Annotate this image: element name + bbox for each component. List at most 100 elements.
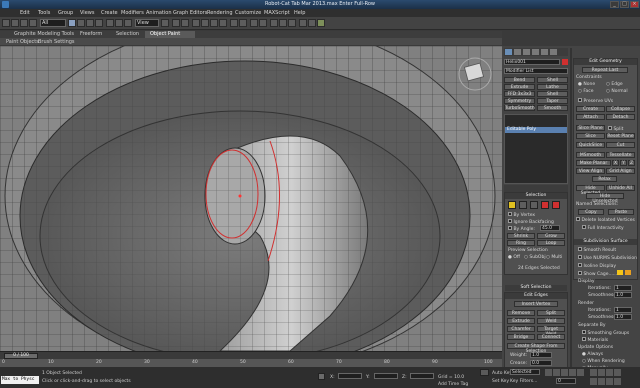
redo-icon[interactable] [11,19,19,27]
set-key-icon[interactable] [480,369,489,376]
weld-button[interactable]: Weld [537,318,565,324]
maximize-viewport-icon[interactable] [614,378,621,385]
split-button[interactable]: Split [537,310,565,316]
zoom-extents-icon[interactable] [606,369,613,376]
delete-isolated-checkbox[interactable]: Delete Isolated Vertices [576,217,635,223]
maximize-button[interactable]: □ [620,1,629,8]
render-frame-icon[interactable] [308,19,316,27]
connect-button[interactable]: Connect [537,334,565,340]
x-coord-field[interactable] [338,373,362,379]
modifier-bend-button[interactable]: Bend [504,77,535,83]
stack-item-editable-poly[interactable]: Editable Poly [505,127,567,133]
modifier-ffd-button[interactable]: FFD 3x3x3 [504,91,535,97]
scale-icon[interactable] [124,19,132,27]
unlink-icon[interactable] [29,19,37,27]
play-icon[interactable] [561,369,568,376]
loop-button[interactable]: Loop [537,240,565,246]
menu-animation[interactable]: Animation [146,10,172,16]
tab-freeform[interactable]: Freeform [80,31,102,37]
weight-field[interactable]: 1.0 [530,352,552,358]
bridge-button[interactable]: Bridge [507,334,535,340]
grid-align-button[interactable]: Grid Align [606,168,635,174]
percent-snap-icon[interactable] [210,19,218,27]
menu-group[interactable]: Group [58,10,73,16]
object-name-field[interactable]: Helix001 [504,59,560,65]
slice-plane-button[interactable]: Slice Plane [576,125,605,131]
relax-button[interactable]: Relax [592,176,617,182]
smoothing-groups-checkbox[interactable]: Smoothing Groups [582,330,629,336]
motion-tab-icon[interactable] [532,49,539,55]
add-time-tag[interactable]: Add Time Tag [438,382,468,387]
select-manipulate-icon[interactable] [172,19,180,27]
tab-graphite-modeling[interactable]: Graphite Modeling Tools [14,31,74,37]
layer-manager-icon[interactable] [250,19,258,27]
y-coord-field[interactable] [374,373,398,379]
tessellate-button[interactable]: Tessellate [606,152,635,158]
quickslice-button[interactable]: QuickSlice [576,142,605,148]
menu-edit[interactable]: Edit [20,10,30,16]
link-icon[interactable] [20,19,28,27]
curve-editor-icon[interactable] [270,19,278,27]
hide-unselected-button[interactable]: Hide Unselected [586,193,624,204]
modifier-symmetry-button[interactable]: Symmetry [504,98,535,104]
smoothness-field[interactable]: 1.0 [614,292,632,298]
planar-y-button[interactable]: Y [620,160,627,166]
soft-selection-header[interactable]: Soft Selection [505,285,567,291]
ring-button[interactable]: Ring [507,240,535,246]
by-vertex-checkbox[interactable]: By Vertex [508,212,535,218]
menu-customize[interactable]: Customize [235,10,261,16]
render-setup-icon[interactable] [299,19,307,27]
edit-geometry-header[interactable]: Edit Geometry [574,59,637,65]
go-to-start-icon[interactable] [545,369,552,376]
unhide-all-button[interactable]: Unhide All [606,185,635,191]
z-coord-field[interactable] [410,373,434,379]
by-angle-checkbox[interactable]: By Angle: [508,226,535,232]
modify-tab-icon[interactable] [514,49,521,55]
pivot-center-icon[interactable] [161,19,169,27]
mirror-icon[interactable] [230,19,238,27]
constraint-face-radio[interactable]: ○ Face [578,89,594,94]
copy-button[interactable]: Copy [578,209,604,215]
menu-maxscript[interactable]: MAXScript [264,10,290,16]
orbit-icon[interactable] [606,378,613,385]
spinner-snap-icon[interactable] [219,19,227,27]
zoom-icon[interactable] [590,369,597,376]
schematic-view-icon[interactable] [279,19,287,27]
paste-button[interactable]: Paste [608,209,634,215]
close-button[interactable]: × [630,1,639,8]
ribbon-paint-objects[interactable]: Paint Objects [6,39,39,45]
create-shape-button[interactable]: Create Shape From Selection [507,343,565,354]
modifier-lathe-button[interactable]: Lathe [537,84,568,90]
key-mode-dropdown[interactable]: Selected [510,369,540,375]
target-weld-button[interactable]: Target Weld [537,326,565,337]
graphite-icon[interactable] [259,19,267,27]
modifier-turbosmooth-button[interactable]: TurboSmooth [504,105,535,111]
render-iterations-field[interactable]: 1 [614,307,632,313]
menu-graph-editors[interactable]: Graph Editors [173,10,207,16]
menu-help[interactable]: Help [294,10,305,16]
full-interactivity-checkbox[interactable]: Full Interactivity [582,225,624,231]
maxscript-listener[interactable]: Max to Physc [1,376,39,384]
modifier-list-dropdown[interactable]: Modifier List [504,68,568,74]
pan-icon[interactable] [598,378,605,385]
zoom-extents-all-icon[interactable] [614,369,621,376]
tab-object-paint[interactable]: Object Paint [150,31,180,37]
show-cage-checkbox[interactable]: Show Cage...... [578,271,617,277]
modifier-shell-button[interactable]: Shell [537,77,568,83]
menu-views[interactable]: Views [80,10,94,16]
rectangle-selection-icon[interactable] [86,19,94,27]
display-tab-icon[interactable] [541,49,548,55]
window-crossing-icon[interactable] [95,19,103,27]
materials-checkbox[interactable]: Materials [582,337,608,343]
minimize-button[interactable]: _ [610,1,619,8]
reset-plane-button[interactable]: Reset Plane [606,133,635,139]
planar-x-button[interactable]: X [612,160,619,166]
constraint-normal-radio[interactable]: ○ Normal [606,89,628,94]
selection-header[interactable]: Selection [505,193,567,199]
menu-tools[interactable]: Tools [38,10,50,16]
menu-modifiers[interactable]: Modifiers [121,10,144,16]
chamfer-button[interactable]: Chamfer [507,326,535,332]
perspective-viewport[interactable] [0,46,502,351]
iterations-field[interactable]: 1 [614,285,632,291]
track-bar[interactable]: 0 10 20 30 40 50 60 70 80 90 100 [0,359,502,367]
